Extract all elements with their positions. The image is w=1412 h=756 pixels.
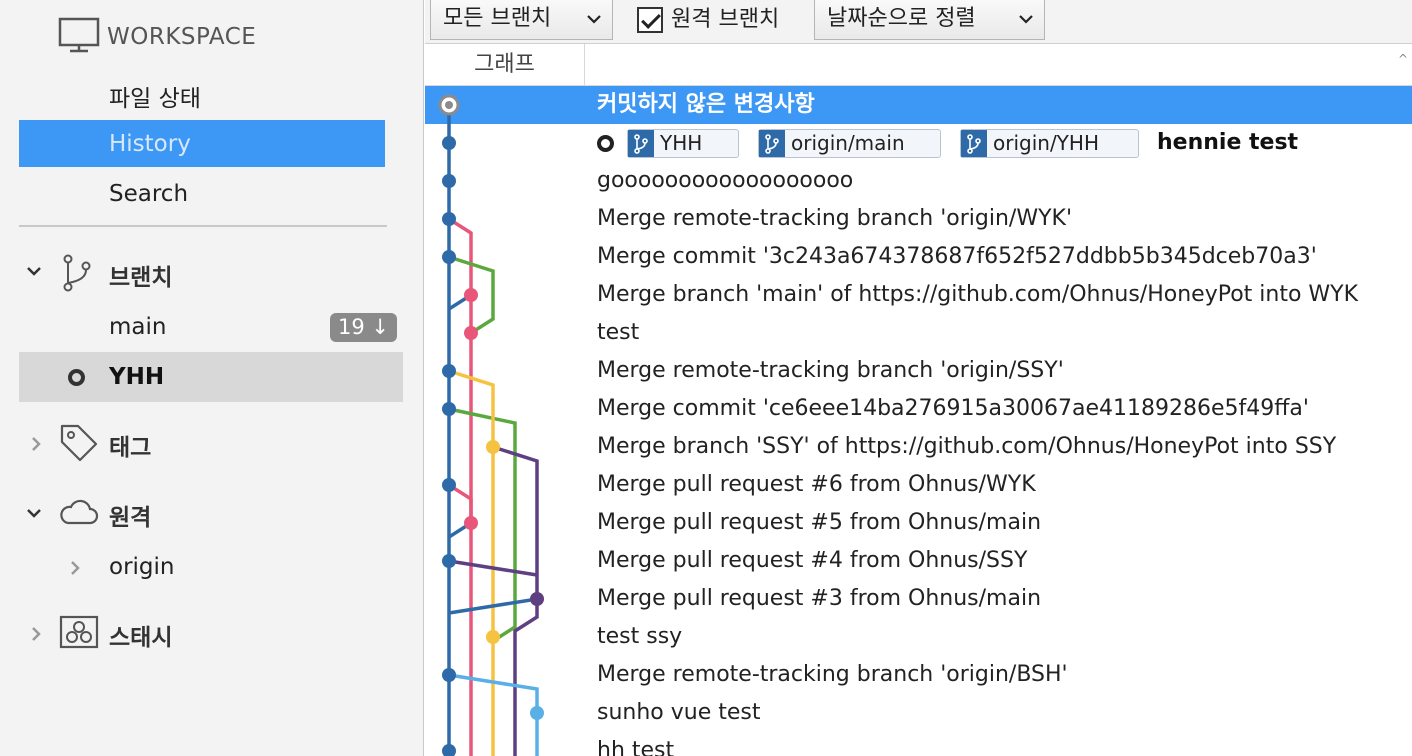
sidebar-item-label: Search [109, 181, 189, 207]
history-column-header: 그래프 ^ [425, 44, 1412, 86]
branch-label-text: origin/main [791, 131, 905, 155]
sidebar-section-title: 원격 [109, 505, 152, 531]
branch-label-origin-main[interactable]: origin/main [758, 129, 941, 158]
branch-label-yhh[interactable]: YHH [627, 129, 739, 158]
sidebar-section-title: 브랜치 [109, 265, 173, 291]
stash-icon [59, 615, 99, 649]
column-header-graph[interactable]: 그래프 [425, 44, 585, 86]
branch-icon [63, 254, 91, 292]
commit-message: 커밋하지 않은 변경사항 [597, 92, 815, 117]
branch-label-origin-yhh[interactable]: origin/YHH [960, 129, 1139, 158]
commit-message: Merge remote-tracking branch 'origin/WYK… [597, 206, 1072, 231]
commit-row[interactable]: goooooooooooooooooo [425, 162, 1412, 200]
sort-order-value: 날짜순으로 정렬 [827, 6, 976, 31]
remote-branches-checkbox[interactable] [637, 7, 663, 33]
sidebar-section-title: 스태시 [109, 625, 173, 651]
chevron-down-icon [27, 267, 41, 276]
commit-list: 커밋하지 않은 변경사항 YHH origin/main origin/YHH … [425, 86, 1412, 756]
sort-order-dropdown[interactable]: 날짜순으로 정렬 [814, 0, 1045, 40]
sidebar-item-label: History [109, 131, 191, 157]
commit-message: Merge branch 'SSY' of https://github.com… [597, 434, 1337, 459]
head-indicator-icon [597, 135, 614, 152]
branch-label: main [109, 314, 167, 340]
remote-branches-toggle[interactable]: 원격 브랜치 [637, 7, 779, 33]
commit-row[interactable]: Merge remote-tracking branch 'origin/WYK… [425, 200, 1412, 238]
commit-message: Merge pull request #3 from Ohnus/main [597, 586, 1042, 611]
branch-label-text: YHH [660, 131, 703, 155]
history-toolbar: 모든 브랜치 원격 브랜치 날짜순으로 정렬 [425, 0, 1412, 44]
cloud-icon [60, 499, 99, 525]
commit-message: Merge pull request #4 from Ohnus/SSY [597, 548, 1028, 573]
commit-row[interactable]: Merge commit '3c243a674378687f652f527ddb… [425, 238, 1412, 276]
branch-icon [759, 130, 785, 157]
sidebar: WORKSPACE 파일 상태 History Search 브랜치 main … [0, 0, 424, 756]
commit-row-uncommitted[interactable]: 커밋하지 않은 변경사항 [425, 86, 1412, 124]
commit-message: Merge pull request #5 from Ohnus/main [597, 510, 1042, 535]
commit-message: test ssy [597, 624, 683, 649]
commit-message: hh test [597, 738, 675, 756]
branch-icon [961, 130, 987, 157]
commit-row[interactable]: Merge branch 'main' of https://github.co… [425, 276, 1412, 314]
sidebar-branch-yhh[interactable]: YHH [19, 352, 403, 402]
commit-row[interactable]: Merge commit 'ce6eee14ba276915a30067ae41… [425, 390, 1412, 428]
commit-row[interactable]: Merge remote-tracking branch 'origin/SSY… [425, 352, 1412, 390]
sidebar-item-label: 파일 상태 [109, 86, 201, 112]
current-branch-icon [68, 369, 85, 386]
branch-filter-dropdown[interactable]: 모든 브랜치 [430, 0, 613, 40]
commit-message: Merge remote-tracking branch 'origin/BSH… [597, 662, 1068, 687]
branch-icon [628, 130, 654, 157]
commit-message: test [597, 320, 640, 345]
commit-row[interactable]: sunho vue test [425, 694, 1412, 732]
commit-row[interactable]: Merge remote-tracking branch 'origin/BSH… [425, 656, 1412, 694]
sidebar-divider [19, 225, 387, 227]
commit-message: Merge commit '3c243a674378687f652f527ddb… [597, 244, 1317, 269]
commit-row[interactable]: test ssy [425, 618, 1412, 656]
branch-label: YHH [109, 364, 165, 390]
commit-row[interactable]: hh test [425, 732, 1412, 756]
sidebar-item-history[interactable]: History [19, 120, 385, 167]
chevron-right-icon [32, 437, 41, 451]
commit-row[interactable]: Merge pull request #4 from Ohnus/SSY [425, 542, 1412, 580]
branch-label-text: origin/YHH [993, 131, 1099, 155]
tag-icon [60, 424, 98, 462]
commit-message: Merge pull request #6 from Ohnus/WYK [597, 472, 1036, 497]
commit-message: hennie test [1157, 130, 1299, 155]
commit-message: Merge branch 'main' of https://github.co… [597, 282, 1359, 307]
commit-row[interactable]: Merge pull request #3 from Ohnus/main [425, 580, 1412, 618]
remote-branches-label: 원격 브랜치 [671, 7, 780, 32]
sidebar-section-title: 태그 [109, 435, 152, 461]
commit-message: goooooooooooooooooo [597, 168, 854, 193]
branch-filter-value: 모든 브랜치 [443, 6, 552, 31]
commit-message: Merge commit 'ce6eee14ba276915a30067ae41… [597, 396, 1309, 421]
monitor-icon [58, 17, 100, 53]
commit-row[interactable]: YHH origin/main origin/YHH hennie test [425, 124, 1412, 162]
commit-row[interactable]: Merge branch 'SSY' of https://github.com… [425, 428, 1412, 466]
commit-message: Merge remote-tracking branch 'origin/SSY… [597, 358, 1064, 383]
commit-row[interactable]: test [425, 314, 1412, 352]
chevron-right-icon [71, 561, 80, 575]
chevron-down-icon [27, 509, 41, 518]
sort-indicator-icon: ^ [1397, 52, 1408, 66]
behind-count-badge: 19 ↓ [330, 313, 397, 342]
remote-label: origin [109, 554, 175, 580]
commit-row[interactable]: Merge pull request #5 from Ohnus/main [425, 504, 1412, 542]
commit-row[interactable]: Merge pull request #6 from Ohnus/WYK [425, 466, 1412, 504]
workspace-title: WORKSPACE [107, 24, 257, 50]
commit-message: sunho vue test [597, 700, 761, 725]
chevron-right-icon [32, 627, 41, 641]
